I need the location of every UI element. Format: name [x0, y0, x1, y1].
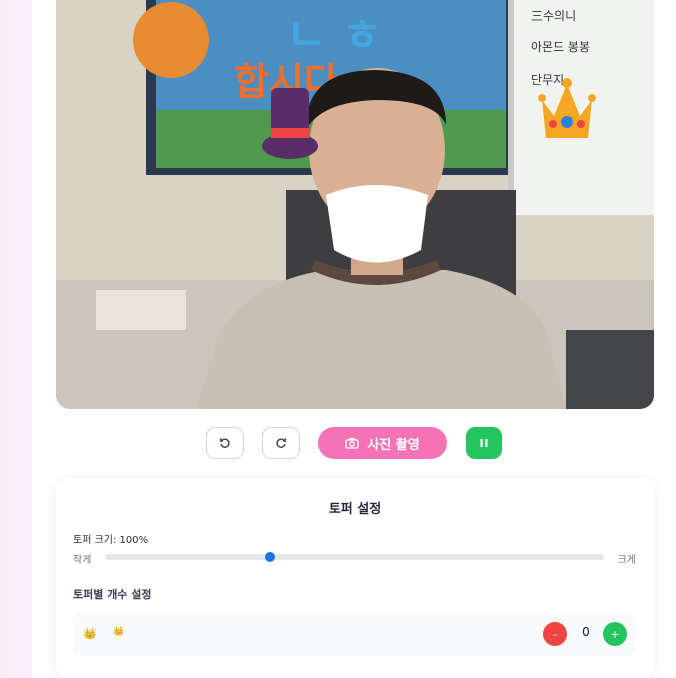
toper-size-label: 토퍼 크기: 100%: [73, 535, 149, 546]
rotate-right-icon: [276, 438, 287, 448]
crown-icon: 👑: [83, 627, 97, 640]
slider-max-label: 크게: [617, 555, 636, 566]
camera-controls: 사진 촬영: [0, 427, 676, 461]
rotate-left-icon: [219, 438, 230, 448]
board-item-2: 아몬드 봉봉: [531, 40, 590, 54]
settings-title: 토퍼 설정: [328, 502, 382, 517]
size-slider[interactable]: [105, 552, 604, 562]
decrease-count-button[interactable]: -: [543, 622, 567, 646]
svg-text:ㄴ ㅎ: ㄴ ㅎ: [286, 10, 382, 61]
board-item-1: 三수의니: [531, 9, 576, 23]
camera-preview: 三수의니 아몬드 봉봉 단무지 합시다 ㄴ ㅎ: [56, 0, 654, 409]
size-slider-thumb[interactable]: [264, 552, 275, 562]
toper-count-row: 👑 👑 - 0 +: [73, 612, 636, 656]
capture-photo-label: 사진 촬영: [367, 437, 420, 453]
pause-button[interactable]: [466, 427, 502, 459]
pause-icon: [480, 439, 488, 447]
toper-count-value: 0: [582, 625, 590, 639]
rotate-right-button[interactable]: [262, 427, 300, 459]
capture-photo-button[interactable]: 사진 촬영: [318, 427, 447, 459]
increase-count-button[interactable]: +: [603, 622, 627, 646]
camera-icon: [345, 438, 359, 449]
top-hat-sticker: [262, 88, 318, 159]
size-slider-row: 작게 크게: [73, 551, 636, 566]
slider-min-label: 작게: [73, 555, 92, 566]
crown-small-icon: 👑: [113, 627, 125, 637]
crown-sticker: [538, 78, 596, 138]
count-section-title: 토퍼별 개수 설정: [73, 588, 152, 601]
toper-settings-panel: 토퍼 설정 토퍼 크기: 100% 작게 크게 토퍼별 개수 설정 👑 👑 - …: [56, 478, 654, 678]
rotate-left-button[interactable]: [206, 427, 244, 459]
